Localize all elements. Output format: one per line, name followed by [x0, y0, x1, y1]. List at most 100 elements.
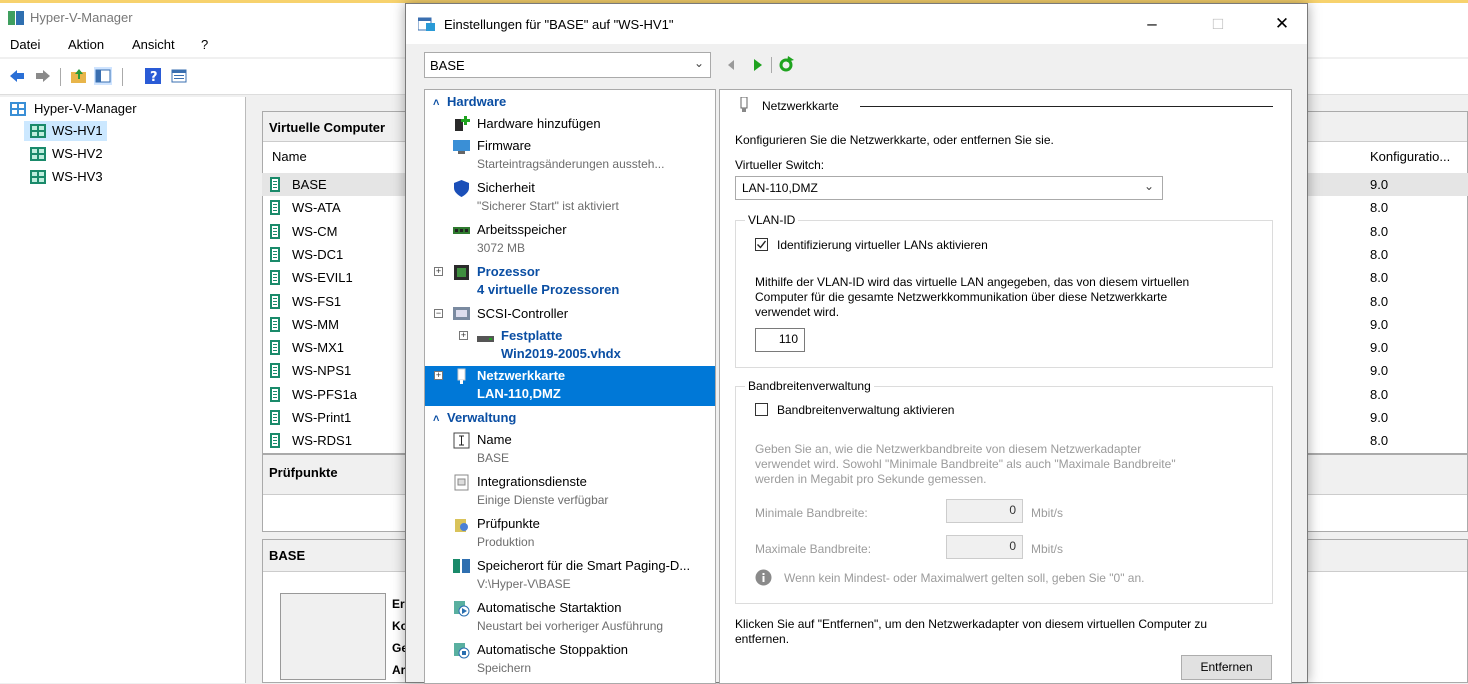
section-hardware[interactable]: ˄ Hardware [425, 92, 715, 112]
item-hard-disk[interactable]: + Festplatte Win2019-2005.vhdx [425, 326, 715, 366]
item-processor[interactable]: + Prozessor 4 virtuelle Prozessoren [425, 262, 715, 302]
item-memory[interactable]: Arbeitsspeicher 3072 MB [425, 220, 715, 260]
vm-col-config[interactable]: Konfiguratio... [1370, 149, 1450, 164]
vlan-id-input[interactable]: 110 [755, 328, 805, 352]
checkpoint-icon [455, 519, 468, 532]
bandwidth-group-label: Bandbreitenverwaltung [745, 379, 874, 393]
min-bandwidth-unit: Mbit/s [1031, 506, 1064, 520]
tree-root-label: Hyper-V-Manager [34, 101, 137, 116]
vm-name: WS-MM [292, 317, 339, 332]
hyperv-manager-icon [10, 102, 26, 116]
vm-name: WS-MX1 [292, 340, 344, 355]
vm-icon [270, 224, 280, 239]
menu-datei[interactable]: Datei [10, 37, 40, 52]
next-vm-icon[interactable] [754, 59, 762, 71]
vm-col-name[interactable]: Name [272, 149, 307, 164]
vm-icon [270, 410, 280, 425]
vm-config-version: 9.0 [1370, 177, 1389, 192]
chevron-down-icon: ⌄ [1143, 179, 1154, 193]
vlan-checkbox[interactable] [755, 238, 768, 251]
vm-select-value: BASE [430, 58, 465, 73]
expand-icon[interactable]: + [434, 267, 443, 276]
vlan-checkbox-label[interactable]: Identifizierung virtueller LANs aktivier… [777, 238, 988, 252]
item-title: Prüfpunkte [477, 516, 540, 531]
network-adapter-icon [740, 97, 748, 112]
vlan-desc-line1: Mithilfe der VLAN-ID wird das virtuelle … [755, 275, 1190, 289]
expand-icon[interactable]: + [434, 371, 443, 380]
vlan-group-label: VLAN-ID [745, 213, 799, 227]
smart-paging-icon [453, 559, 470, 573]
tree-item-ws-hv1[interactable]: WS-HV1 [24, 121, 107, 141]
vm-icon [270, 317, 280, 332]
vm-select-dropdown[interactable]: BASE ⌄ [424, 52, 711, 78]
refresh-icon[interactable] [779, 58, 793, 72]
remove-desc-line2: entfernen. [735, 632, 790, 646]
bandwidth-checkbox[interactable] [755, 403, 768, 416]
expand-icon[interactable]: + [459, 331, 468, 340]
item-title: Integrationsdienste [477, 474, 587, 489]
checkmark-icon [757, 240, 767, 249]
svg-text:?: ? [150, 70, 158, 85]
item-checkpoints[interactable]: Prüfpunkte Produktion [425, 514, 715, 554]
item-subtitle: Speichern [477, 661, 532, 675]
item-network-adapter[interactable]: + Netzwerkkarte LAN-110,DMZ [425, 366, 715, 406]
processor-icon [454, 265, 469, 280]
vm-icon [270, 177, 280, 192]
virtual-switch-select[interactable]: LAN-110,DMZ ⌄ [735, 176, 1163, 200]
tree-root-hyperv-manager[interactable]: Hyper-V-Manager [4, 99, 141, 119]
folder-up-icon[interactable] [70, 67, 88, 85]
menu-aktion[interactable]: Aktion [68, 37, 104, 52]
vm-config-version: 8.0 [1370, 433, 1389, 448]
info-icon [755, 569, 772, 586]
item-scsi-controller[interactable]: − SCSI-Controller [425, 304, 715, 324]
details-label: Ar [392, 663, 406, 677]
tree-item-ws-hv3[interactable]: WS-HV3 [24, 167, 107, 187]
bandwidth-desc-line3: werden in Megabit pro Sekunde gemessen. [755, 472, 987, 486]
virtual-switch-value: LAN-110,DMZ [742, 181, 818, 195]
vm-name: WS-ATA [292, 200, 341, 215]
section-management[interactable]: ˄ Verwaltung [425, 408, 715, 428]
forward-arrow-icon[interactable] [34, 67, 52, 85]
item-title: Hardware hinzufügen [477, 116, 601, 131]
vm-config-version: 9.0 [1370, 317, 1389, 332]
back-arrow-icon[interactable] [8, 67, 26, 85]
menu-help[interactable]: ? [201, 37, 208, 52]
vm-name: WS-RDS1 [292, 433, 352, 448]
help-icon[interactable]: ? [144, 67, 162, 85]
collapse-icon[interactable]: − [434, 309, 443, 318]
tree-item-ws-hv2[interactable]: WS-HV2 [24, 144, 107, 164]
remove-button[interactable]: Entfernen [1181, 655, 1272, 680]
previous-vm-icon[interactable] [728, 60, 734, 70]
bandwidth-checkbox-label[interactable]: Bandbreitenverwaltung aktivieren [777, 403, 954, 417]
vm-name: WS-CM [292, 224, 338, 239]
vm-name: WS-DC1 [292, 247, 344, 262]
minimize-button[interactable]: – [1134, 10, 1170, 38]
tree-item-label: WS-HV2 [52, 146, 103, 161]
vm-name: WS-Print1 [292, 410, 352, 425]
item-auto-stop-action[interactable]: Automatische Stoppaktion Speichern [425, 640, 715, 680]
close-button[interactable]: ✕ [1264, 10, 1300, 38]
item-add-hardware[interactable]: Hardware hinzufügen [425, 114, 715, 134]
item-title: Automatische Startaktion [477, 600, 622, 615]
item-subtitle: Win2019-2005.vhdx [501, 346, 621, 361]
section-management-label: Verwaltung [447, 410, 517, 425]
item-title: Arbeitsspeicher [477, 222, 567, 237]
menu-ansicht[interactable]: Ansicht [132, 37, 175, 52]
vm-config-version: 8.0 [1370, 387, 1389, 402]
max-bandwidth-label: Maximale Bandbreite: [755, 542, 872, 556]
nic-settings-pane: Netzwerkkarte Konfigurieren Sie die Netz… [719, 89, 1292, 684]
item-security[interactable]: Sicherheit "Sicherer Start" ist aktivier… [425, 178, 715, 218]
vm-icon [270, 247, 280, 262]
item-smart-paging-location[interactable]: Speicherort für die Smart Paging-D... V:… [425, 556, 715, 596]
item-name[interactable]: Name BASE [425, 430, 715, 470]
collapse-icon: ˄ [433, 413, 440, 425]
item-firmware[interactable]: Firmware Starteintragsänderungen aussteh… [425, 136, 715, 176]
item-title: Name [477, 432, 512, 447]
item-integration-services[interactable]: Integrationsdienste Einige Dienste verfü… [425, 472, 715, 512]
console-tree-icon[interactable] [94, 67, 112, 85]
mmc-icon[interactable] [170, 67, 188, 85]
item-subtitle: V:\Hyper-V\BASE [477, 577, 571, 591]
vm-config-version: 9.0 [1370, 340, 1389, 355]
item-auto-start-action[interactable]: Automatische Startaktion Neustart bei vo… [425, 598, 715, 638]
auto-stop-icon [454, 643, 470, 659]
